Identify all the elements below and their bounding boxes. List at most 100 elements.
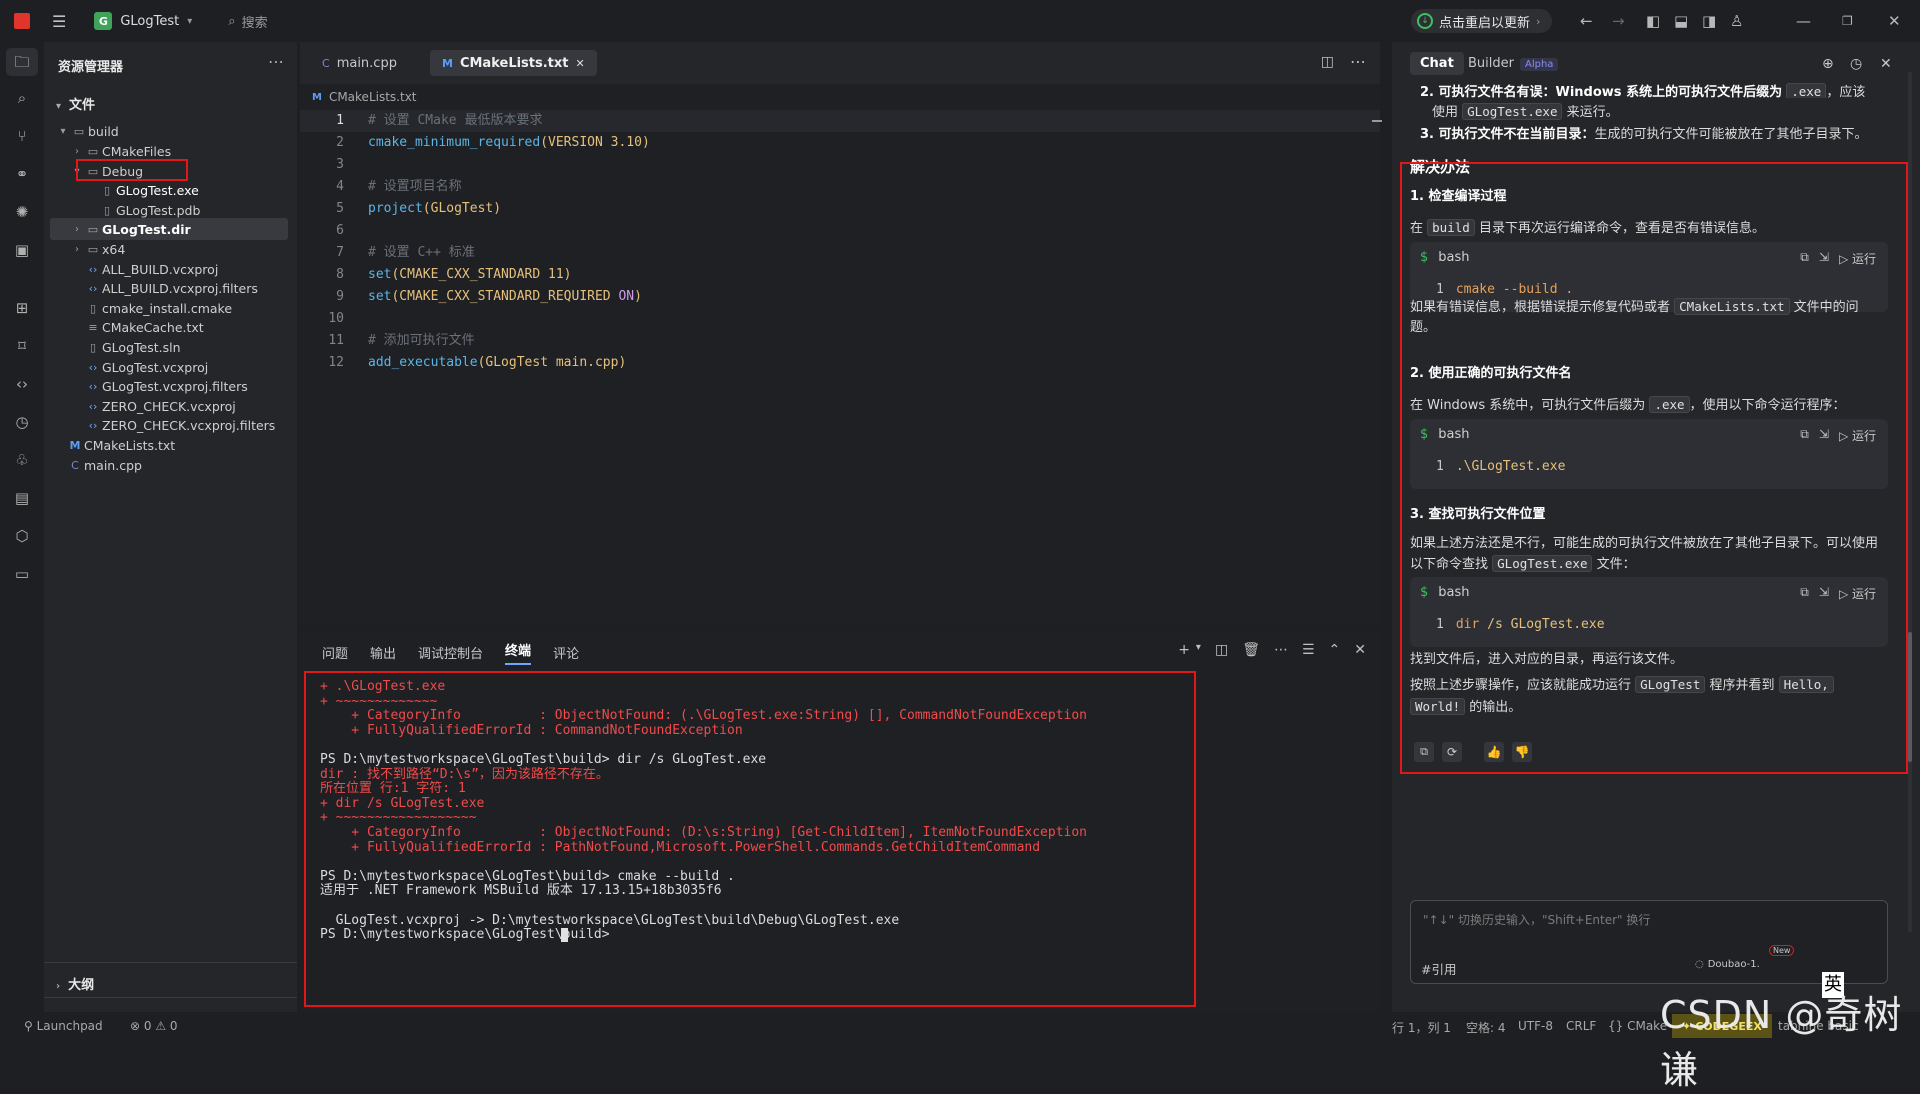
model-selector[interactable]: ◌ Doubao-1. bbox=[1695, 959, 1760, 970]
tree-item-cmakecache[interactable]: ≡ CMakeCache.txt bbox=[50, 316, 288, 338]
split-editor-icon[interactable]: ◫ bbox=[1321, 54, 1334, 70]
project-switcher[interactable]: G GLogTest ▾ bbox=[94, 12, 192, 30]
code-text: add_executable(GLogTest main.cpp) bbox=[368, 355, 627, 370]
add-terminal-icon[interactable]: + bbox=[1178, 642, 1190, 658]
testing-icon[interactable]: ▣ bbox=[12, 240, 32, 260]
close-tab-icon[interactable]: ✕ bbox=[576, 57, 585, 70]
cite-button[interactable]: #引用 bbox=[1421, 959, 1456, 978]
terminal-highlight-box bbox=[304, 671, 1196, 1007]
tree-icon[interactable]: ♧ bbox=[12, 450, 32, 470]
launchpad-button[interactable]: ⚲ Launchpad bbox=[24, 1019, 103, 1033]
code-line[interactable]: 6 bbox=[300, 220, 1380, 242]
search-button[interactable]: ⌕ 搜索 bbox=[228, 12, 267, 31]
code-line[interactable]: 8 set(CMAKE_CXX_STANDARD 11) bbox=[300, 264, 1380, 286]
package-icon[interactable]: ⬡ bbox=[12, 526, 32, 546]
maximize-panel-icon[interactable]: ⌃ bbox=[1329, 642, 1341, 658]
chevron-down-icon[interactable]: ▾ bbox=[1196, 642, 1201, 658]
line-number: 10 bbox=[328, 311, 344, 326]
toggle-right-panel-icon[interactable]: ◨ bbox=[1702, 12, 1716, 30]
toggle-panel-icon[interactable]: ⬓ bbox=[1674, 12, 1688, 30]
forward-arrow-icon[interactable]: → bbox=[1612, 12, 1625, 30]
code-text: # 设置项目名称 bbox=[368, 179, 462, 194]
tree-item-glogtest-exe[interactable]: ▯ GLogTest.exe bbox=[50, 179, 288, 201]
tab-builder[interactable]: Builder Alpha bbox=[1468, 56, 1559, 71]
source-control-icon[interactable]: ⑂ bbox=[12, 126, 32, 146]
breadcrumb-item[interactable]: CMakeLists.txt bbox=[329, 90, 417, 104]
code-line[interactable]: 11 # 添加可执行文件 bbox=[300, 330, 1380, 352]
debug-icon[interactable]: ✺ bbox=[12, 202, 32, 222]
account-icon[interactable]: ♙ bbox=[1730, 12, 1743, 30]
project-name: GLogTest bbox=[120, 13, 180, 29]
tab-chat[interactable]: Chat bbox=[1410, 52, 1464, 75]
bookmark-icon[interactable]: ⌑ bbox=[12, 336, 32, 356]
language-mode[interactable]: {} CMake bbox=[1608, 1019, 1667, 1033]
cursor-position[interactable]: 行 1，列 1 bbox=[1392, 1019, 1451, 1036]
search-view-icon[interactable]: ⌕ bbox=[12, 88, 32, 108]
files-section[interactable]: ▾ 文件 bbox=[56, 94, 95, 113]
more-actions-icon[interactable]: ⋯ bbox=[268, 52, 284, 71]
tree-item-x64[interactable]: › ▭ x64 bbox=[50, 238, 288, 260]
tab-output[interactable]: 输出 bbox=[370, 643, 396, 662]
tree-item-build[interactable]: ▾ ▭ build bbox=[50, 120, 288, 142]
code-line[interactable]: 7 # 设置 C++ 标准 bbox=[300, 242, 1380, 264]
tree-item-cmakelists[interactable]: M CMakeLists.txt bbox=[50, 434, 288, 456]
timeline-icon[interactable]: ◷ bbox=[12, 412, 32, 432]
code-line[interactable]: 12 add_executable(GLogTest main.cpp) bbox=[300, 352, 1380, 374]
tree-item-zero-check-filters[interactable]: ‹› ZERO_CHECK.vcxproj.filters bbox=[50, 414, 288, 436]
extensions-icon[interactable]: ⊞ bbox=[12, 298, 32, 318]
code-editor[interactable]: 1 # 设置 CMake 最低版本要求 2 cmake_minimum_require… bbox=[300, 110, 1380, 626]
minimize-icon[interactable]: — bbox=[1796, 12, 1811, 30]
more-actions-icon[interactable]: ⋯ bbox=[1350, 52, 1366, 71]
problems-indicator[interactable]: ⊗ 0 ⚠ 0 bbox=[130, 1019, 178, 1033]
tree-item-glogtest-dir[interactable]: › ▭ GLogTest.dir bbox=[50, 218, 288, 240]
chat-input[interactable]: "↑↓" 切换历史输入，"Shift+Enter" 换行 #引用 ◌ Doubao… bbox=[1410, 900, 1888, 984]
tree-item-all-build-filters[interactable]: ‹› ALL_BUILD.vcxproj.filters bbox=[50, 277, 288, 299]
code-line[interactable]: 2 cmake_minimum_required(VERSION 3.10) bbox=[300, 132, 1380, 154]
cmake-file-icon: M bbox=[312, 91, 322, 103]
code-line[interactable]: 9 set(CMAKE_CXX_STANDARD_REQUIRED ON) bbox=[300, 286, 1380, 308]
search-icon: ⌕ bbox=[228, 13, 236, 29]
code-line[interactable]: 10 bbox=[300, 308, 1380, 330]
back-arrow-icon[interactable]: ← bbox=[1580, 12, 1593, 30]
tree-item-glogtest-filters[interactable]: ‹› GLogTest.vcxproj.filters bbox=[50, 375, 288, 397]
divider bbox=[44, 997, 297, 998]
code-line[interactable]: 4 # 设置项目名称 bbox=[300, 176, 1380, 198]
close-panel-icon[interactable]: ✕ bbox=[1880, 56, 1892, 72]
restore-icon[interactable]: ❐ bbox=[1842, 14, 1853, 28]
close-window-icon[interactable]: ✕ bbox=[1888, 12, 1901, 30]
toggle-sidebar-icon[interactable]: ◧ bbox=[1646, 12, 1660, 30]
outline-section[interactable]: › 大纲 bbox=[56, 974, 94, 993]
code-icon[interactable]: ‹› bbox=[12, 374, 32, 394]
split-terminal-icon[interactable]: ◫ bbox=[1215, 642, 1228, 658]
device-icon[interactable]: ▭ bbox=[12, 564, 32, 584]
update-restart-button[interactable]: ↓ 点击重启以更新 › bbox=[1411, 9, 1553, 33]
more-actions-icon[interactable]: ⋯ bbox=[1274, 642, 1288, 658]
tab-comments[interactable]: 评论 bbox=[553, 643, 579, 662]
encoding[interactable]: UTF-8 bbox=[1518, 1019, 1553, 1033]
line-endings[interactable]: CRLF bbox=[1566, 1019, 1596, 1033]
new-chat-icon[interactable]: ⊕ bbox=[1822, 56, 1834, 72]
close-panel-icon[interactable]: ✕ bbox=[1354, 642, 1366, 658]
history-icon[interactable]: ◷ bbox=[1850, 56, 1862, 72]
tab-debug-console[interactable]: 调试控制台 bbox=[418, 643, 483, 662]
remote-icon[interactable]: ⚭ bbox=[12, 164, 32, 184]
tab-terminal[interactable]: 终端 bbox=[505, 640, 532, 665]
line-number: 12 bbox=[328, 355, 344, 370]
settings-sliders-icon[interactable]: ☰ bbox=[1302, 642, 1315, 658]
code-line[interactable]: 5 project(GLogTest) bbox=[300, 198, 1380, 220]
explorer-icon[interactable]: 🗀 bbox=[6, 48, 38, 76]
scrollbar-track[interactable] bbox=[1908, 72, 1912, 932]
trash-icon[interactable]: 🗑 bbox=[1242, 642, 1260, 658]
code-text: project(GLogTest) bbox=[368, 201, 502, 216]
menu-icon[interactable]: ☰ bbox=[52, 12, 66, 31]
tab-cmakelists[interactable]: M CMakeLists.txt ✕ bbox=[430, 50, 597, 76]
tree-item-glogtest-sln[interactable]: ▯ GLogTest.sln bbox=[50, 336, 288, 358]
code-line[interactable]: 3 bbox=[300, 154, 1380, 176]
scrollbar-thumb[interactable] bbox=[1908, 632, 1912, 762]
tab-main-cpp[interactable]: C main.cpp bbox=[310, 50, 409, 76]
tree-item-main-cpp[interactable]: Cmain.cpp bbox=[50, 454, 288, 476]
tab-problems[interactable]: 问题 bbox=[322, 643, 348, 662]
indentation[interactable]: 空格: 4 bbox=[1466, 1019, 1506, 1036]
code-line[interactable]: 1 # 设置 CMake 最低版本要求 bbox=[300, 110, 1380, 132]
report-icon[interactable]: ▤ bbox=[12, 488, 32, 508]
